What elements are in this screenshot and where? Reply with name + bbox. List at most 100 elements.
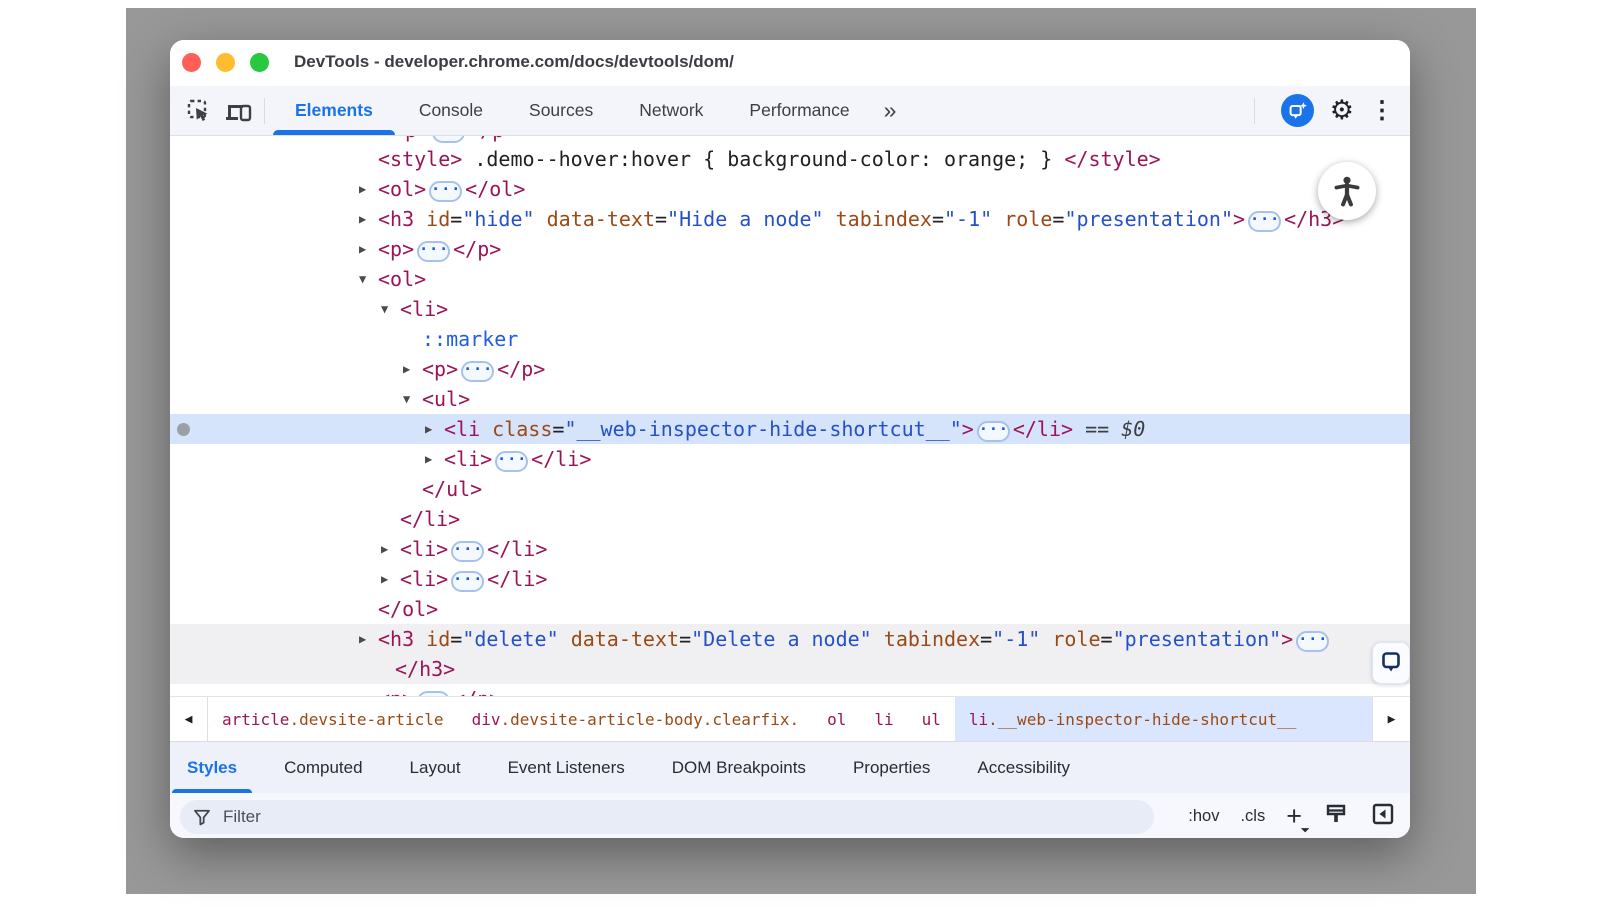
element-classes-button[interactable]: .cls — [1240, 807, 1265, 826]
tab-sources[interactable]: Sources — [529, 86, 593, 135]
collapsed-children-ellipsis-button[interactable]: ··· — [1248, 211, 1281, 232]
toggle-sidebar-icon[interactable] — [1370, 801, 1396, 832]
triangle-expanded-icon[interactable]: ▼ — [381, 294, 388, 324]
dom-tree-row[interactable]: ▶<p>···</p> — [170, 684, 1410, 696]
dom-tree-row[interactable]: </li> — [170, 504, 1410, 534]
more-tabs-button[interactable]: » — [884, 97, 895, 124]
triangle-collapsed-icon[interactable]: ▶ — [359, 684, 366, 696]
dom-tree-row[interactable]: ▶ <li>···</li> — [170, 564, 1410, 594]
collapsed-children-ellipsis-button[interactable]: ··· — [451, 541, 484, 562]
dom-token-plain: = — [450, 207, 462, 231]
breadcrumb-scroll-left-button[interactable]: ◀ — [170, 697, 208, 741]
sidebar-tab-event-listeners[interactable]: Event Listeners — [508, 742, 625, 793]
sidebar-tab-dom-breakpoints[interactable]: DOM Breakpoints — [672, 742, 806, 793]
triangle-collapsed-icon[interactable]: ▶ — [359, 204, 366, 234]
tab-performance[interactable]: Performance — [749, 86, 849, 135]
collapsed-children-ellipsis-button[interactable]: ··· — [429, 181, 462, 202]
dom-token-val: "hide" — [462, 207, 534, 231]
tab-network[interactable]: Network — [639, 86, 703, 135]
rendering-brush-icon[interactable] — [1323, 801, 1349, 832]
chevron-right-icon: ▶ — [1388, 712, 1396, 727]
dom-tree-row[interactable]: ▶<li>···</li> — [170, 534, 1410, 564]
accessibility-person-icon[interactable] — [1318, 162, 1376, 220]
sidebar-tab-properties[interactable]: Properties — [853, 742, 930, 793]
collapsed-children-ellipsis-button[interactable]: ··· — [495, 451, 528, 472]
triangle-collapsed-icon[interactable]: ▶ — [381, 564, 388, 594]
breadcrumb-item-ul[interactable]: ul — [908, 697, 955, 741]
tab-elements[interactable]: Elements — [295, 86, 373, 135]
dom-tree-row[interactable]: ▼<li> — [170, 294, 1410, 324]
zoom-window-button[interactable] — [250, 53, 269, 72]
triangle-expanded-icon[interactable]: ▼ — [359, 264, 366, 294]
collapsed-children-ellipsis-button[interactable]: ··· — [432, 136, 465, 143]
dom-token-tag: <h3 — [378, 207, 414, 231]
dom-tree-row[interactable]: ▶<h3 id="delete" data-text="Delete a nod… — [170, 624, 1410, 654]
dom-tree-row[interactable]: <style> .demo--hover:hover { background-… — [170, 144, 1410, 174]
breadcrumb-items: article.devsite-articlediv.devsite-artic… — [208, 697, 1372, 741]
dom-tree-row[interactable]: <p>···</p> — [170, 136, 1410, 144]
filter-input[interactable] — [221, 806, 625, 828]
triangle-collapsed-icon[interactable]: ▶ — [359, 234, 366, 264]
dom-tree-row[interactable]: ▶<p>···</p> — [170, 354, 1410, 384]
triangle-collapsed-icon[interactable]: ▶ — [381, 534, 388, 564]
dom-tree-row[interactable]: ▶<li>···</li> — [170, 444, 1410, 474]
minimize-window-button[interactable] — [216, 53, 235, 72]
dom-tree-row[interactable]: ▼ <ol> — [170, 264, 1410, 294]
dom-token-tag: <li> — [400, 567, 448, 591]
dom-tree-row[interactable]: </ul> — [170, 474, 1410, 504]
dom-token-val: "presentation" — [1113, 627, 1282, 651]
dom-token-val: "-1" — [992, 627, 1040, 651]
breadcrumb-scroll-right-button[interactable]: ▶ — [1372, 697, 1410, 741]
new-style-rule-button[interactable]: + — [1286, 803, 1302, 830]
kebab-menu-icon[interactable]: ⋮ — [1370, 99, 1394, 123]
dom-tree-row[interactable]: ::marker — [170, 324, 1410, 354]
dom-tree-row[interactable]: </h3> — [170, 654, 1410, 684]
inspect-icon[interactable] — [184, 96, 214, 126]
dom-tree-row[interactable]: </ol> — [170, 594, 1410, 624]
collapsed-children-ellipsis-button[interactable]: ··· — [461, 361, 494, 382]
device-toolbar-icon[interactable] — [224, 96, 254, 126]
collapsed-children-ellipsis-button[interactable]: ··· — [977, 421, 1010, 442]
breadcrumb-item-article-devsite-article[interactable]: article.devsite-article — [208, 697, 458, 741]
dom-tree-row[interactable]: ▼<ul> — [170, 384, 1410, 414]
collapsed-children-ellipsis-button[interactable]: ··· — [1296, 631, 1329, 652]
triangle-collapsed-icon[interactable]: ▶ — [359, 624, 366, 654]
dom-token-eq: == — [1085, 417, 1109, 441]
dom-token-attr: tabindex — [884, 627, 980, 651]
collapsed-children-ellipsis-button[interactable]: ··· — [417, 241, 450, 262]
dom-token-attr: data-text — [547, 207, 655, 231]
dom-token-tag: </p> — [468, 136, 516, 142]
dom-tree-row[interactable]: ▶<ol>···</ol> — [170, 174, 1410, 204]
dom-tree-row[interactable]: ▶<p>···</p> — [170, 234, 1410, 264]
adorner-popout-icon[interactable] — [1372, 642, 1410, 684]
toggle-element-state-button[interactable]: :hov — [1188, 807, 1219, 826]
triangle-collapsed-icon[interactable]: ▶ — [425, 444, 432, 474]
breadcrumb-item-li-__web-inspector-hide-shortcut__[interactable]: li.__web-inspector-hide-shortcut__ — [955, 697, 1372, 741]
triangle-collapsed-icon[interactable]: ▶ — [403, 354, 410, 384]
dom-tree-row[interactable]: ▶<h3 id="hide" data-text="Hide a node" t… — [170, 204, 1410, 234]
breadcrumb-item-ol[interactable]: ol — [813, 697, 860, 741]
sidebar-tab-layout[interactable]: Layout — [410, 742, 461, 793]
dom-tree-row[interactable]: ▶<li class="__web-inspector-hide-shortcu… — [170, 414, 1410, 444]
close-window-button[interactable] — [182, 53, 201, 72]
sidebar-tab-computed[interactable]: Computed — [284, 742, 362, 793]
ai-assistance-icon[interactable] — [1281, 94, 1314, 127]
collapsed-children-ellipsis-button[interactable]: ··· — [451, 571, 484, 592]
sidebar-tab-styles[interactable]: Styles — [187, 742, 237, 793]
filter-field[interactable] — [180, 800, 1154, 834]
triangle-collapsed-icon[interactable]: ▶ — [425, 414, 432, 444]
sidebar-tab-accessibility[interactable]: Accessibility — [977, 742, 1070, 793]
tab-console[interactable]: Console — [419, 86, 483, 135]
dom-token-plain — [1109, 417, 1121, 441]
breadcrumb-tag: article — [222, 710, 289, 729]
settings-gear-icon[interactable]: ⚙ — [1330, 97, 1354, 124]
dom-token-tag: <ol> — [378, 267, 426, 291]
triangle-expanded-icon[interactable]: ▼ — [403, 384, 410, 414]
dom-token-tag: </p> — [453, 687, 501, 696]
breadcrumb-item-li[interactable]: li — [860, 697, 907, 741]
breadcrumb-item-div-devsite-article-body-clearfix-[interactable]: div.devsite-article-body.clearfix. — [458, 697, 814, 741]
triangle-collapsed-icon[interactable]: ▶ — [359, 174, 366, 204]
dom-token-plain: .demo--hover:hover { background-color: o… — [462, 147, 1064, 171]
dom-token-tag: </li> — [487, 567, 547, 591]
dom-token-plain — [559, 627, 571, 651]
